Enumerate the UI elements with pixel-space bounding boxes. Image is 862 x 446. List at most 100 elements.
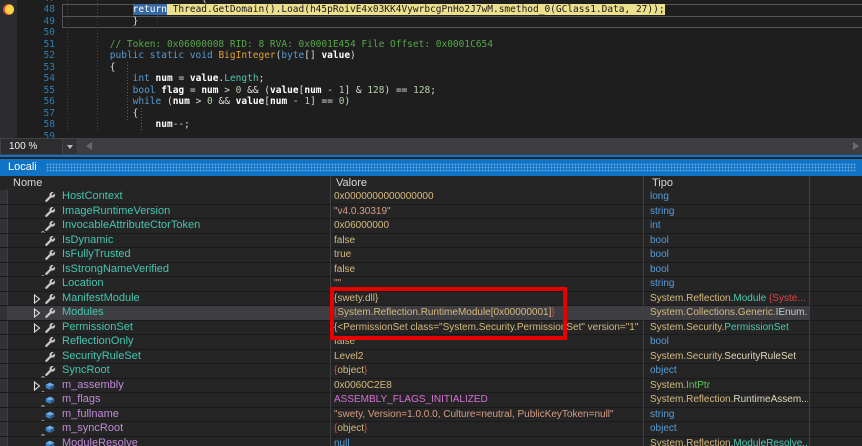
cell-text: false xyxy=(334,234,356,246)
locals-row-m_syncRoot[interactable]: m_syncRoot {object} object xyxy=(0,422,862,437)
locals-row-SecurityRuleSet[interactable]: SecurityRuleSet Level2 System.Security.Sec… xyxy=(0,350,862,364)
breakpoint-margin[interactable] xyxy=(0,0,17,138)
code-token: } xyxy=(64,15,139,27)
locals-row-HostContext[interactable]: HostContext 0x0000000000000000 long xyxy=(0,190,862,205)
locals-row-Modules[interactable]: Modules {System.Reflection.RuntimeModule[… xyxy=(0,306,862,321)
type-cell: System.Reflection.RuntimeAssem... xyxy=(650,393,808,407)
variable-name: PermissionSet xyxy=(62,320,133,333)
variable-name: HostContext xyxy=(62,190,123,202)
code-token: num xyxy=(155,73,173,84)
code-token: ] & xyxy=(344,84,368,96)
private-field-icon xyxy=(41,394,56,407)
property-wrench-icon xyxy=(44,351,56,363)
cell-text: Level2 xyxy=(334,350,364,362)
type-cell: int xyxy=(650,219,808,233)
type-cell: object xyxy=(650,364,808,378)
column-header-nome[interactable]: Nome xyxy=(13,176,42,190)
locals-panel-titlebar[interactable]: Locali xyxy=(0,159,862,176)
locals-row-ManifestModule[interactable]: ManifestModule {swety.dll} System.Reflecti… xyxy=(0,292,862,306)
cell-text: System.Collections.Generic. xyxy=(650,307,776,318)
name-cell: m_syncRoot xyxy=(8,422,328,436)
cell-text: object xyxy=(337,423,365,434)
property-wrench-icon xyxy=(41,220,56,233)
locals-row-IsFullyTrusted[interactable]: IsFullyTrusted true bool xyxy=(0,248,862,263)
code-token: bool xyxy=(132,84,156,96)
type-cell: bool xyxy=(650,248,808,262)
cell-text: RuntimeAssem... xyxy=(733,394,808,405)
name-cell: ModuleResolve xyxy=(8,437,328,446)
cell-text: int xyxy=(650,220,661,231)
property-wrench-icon xyxy=(44,235,56,247)
code-token: num xyxy=(155,119,173,130)
locals-row-Location[interactable]: Location "" string xyxy=(0,277,862,292)
panel-accent-line xyxy=(0,155,862,157)
instruction-pointer-icon[interactable] xyxy=(3,4,14,15)
locals-row-ModuleResolve[interactable]: ModuleResolve null System.Reflection.Modul… xyxy=(0,437,862,446)
variable-name: IsStrongNameVerified xyxy=(62,262,169,275)
zoom-dropdown-button[interactable] xyxy=(63,138,78,155)
column-header-valore[interactable]: Valore xyxy=(336,176,367,190)
block-outline-mid xyxy=(62,15,862,17)
scroll-right-icon[interactable] xyxy=(853,142,859,150)
property-wrench-icon xyxy=(44,293,56,305)
locals-row-IsDynamic[interactable]: IsDynamic false bool xyxy=(0,234,862,248)
locals-row-m_flags[interactable]: m_flags ASSEMBLY_FLAGS_INITIALIZED System.… xyxy=(0,393,862,408)
scroll-left-icon[interactable] xyxy=(86,142,92,150)
locals-row-ImageRuntimeVersion[interactable]: ImageRuntimeVersion "v4.0.30319" string xyxy=(0,205,862,219)
column-divider[interactable] xyxy=(809,176,810,446)
name-cell: SyncRoot xyxy=(8,364,328,378)
horizontal-scrollbar[interactable] xyxy=(83,138,862,155)
property-wrench-icon xyxy=(44,249,56,261)
cell-text: "v4.0.30319" xyxy=(334,205,391,217)
zoom-level-select[interactable]: 100 % xyxy=(0,138,63,155)
column-divider[interactable] xyxy=(330,176,331,446)
value-cell: {System.Reflection.RuntimeModule[0x00000… xyxy=(334,306,642,320)
name-cell: HostContext xyxy=(8,190,328,204)
code-token: ] == xyxy=(310,96,339,107)
expander-icon[interactable] xyxy=(33,293,41,304)
code-token: { xyxy=(64,0,207,4)
type-cell: System.Reflection.Module {Syste... xyxy=(650,292,808,306)
code-token: value xyxy=(189,73,219,84)
lock-badge-icon xyxy=(40,388,46,392)
chevron-down-icon xyxy=(67,144,73,149)
value-cell: "swety, Version=1.0.0.0, Culture=neutral… xyxy=(334,408,642,422)
expander-icon[interactable] xyxy=(33,307,41,319)
type-cell: System.Security.PermissionSet xyxy=(650,321,808,335)
cell-text: System.Reflection.RuntimeModule[0x000000… xyxy=(337,307,552,318)
column-header-tipo[interactable]: Tipo xyxy=(652,176,673,190)
locals-row-InvocableAttributeCtorToken[interactable]: InvocableAttributeCtorToken 0x06000000 int xyxy=(0,219,862,234)
type-cell: bool xyxy=(650,263,808,277)
code-line-58: 58 num--; xyxy=(0,119,190,131)
lock-badge-icon xyxy=(40,431,46,436)
cell-text: IntPtr xyxy=(686,379,711,391)
code-token: num xyxy=(201,84,219,96)
cell-text: false xyxy=(334,263,356,275)
code-token: public static void xyxy=(109,50,219,61)
name-cell: SecurityRuleSet xyxy=(8,350,328,364)
variable-name: Modules xyxy=(62,306,104,318)
locals-column-headers: Nome Valore Tipo xyxy=(0,176,862,191)
cell-text: IEnum... xyxy=(775,307,808,318)
locals-row-ReflectionOnly[interactable]: ReflectionOnly false bool xyxy=(0,335,862,350)
variable-name: m_flags xyxy=(62,393,101,405)
name-cell: ManifestModule xyxy=(8,292,328,306)
locals-row-m_assembly[interactable]: m_assembly 0x0060C2E8 System.IntPtr xyxy=(0,379,862,393)
lock-badge-icon xyxy=(40,272,46,276)
cell-text: ModuleResolve... xyxy=(733,437,808,446)
cell-text: } xyxy=(551,307,555,318)
expander-icon[interactable] xyxy=(33,322,41,333)
column-divider[interactable] xyxy=(643,176,644,446)
locals-row-m_fullname[interactable]: m_fullname "swety, Version=1.0.0.0, Cultu… xyxy=(0,408,862,422)
code-token: = xyxy=(172,73,190,84)
locals-row-PermissionSet[interactable]: PermissionSet {<PermissionSet class="Syst… xyxy=(0,320,862,335)
name-cell: InvocableAttributeCtorToken xyxy=(8,219,328,233)
titlebar-grip-dots xyxy=(46,163,856,172)
locals-row-SyncRoot[interactable]: SyncRoot {object} object xyxy=(0,364,862,379)
locals-row-IsStrongNameVerified[interactable]: IsStrongNameVerified false bool xyxy=(0,262,862,277)
code-line-56: 56 while (num > 0 && value[num - 1] == 0… xyxy=(0,96,351,108)
code-editor[interactable]: 47 {48 return Thread.GetDomain().Load(h4… xyxy=(0,0,862,138)
